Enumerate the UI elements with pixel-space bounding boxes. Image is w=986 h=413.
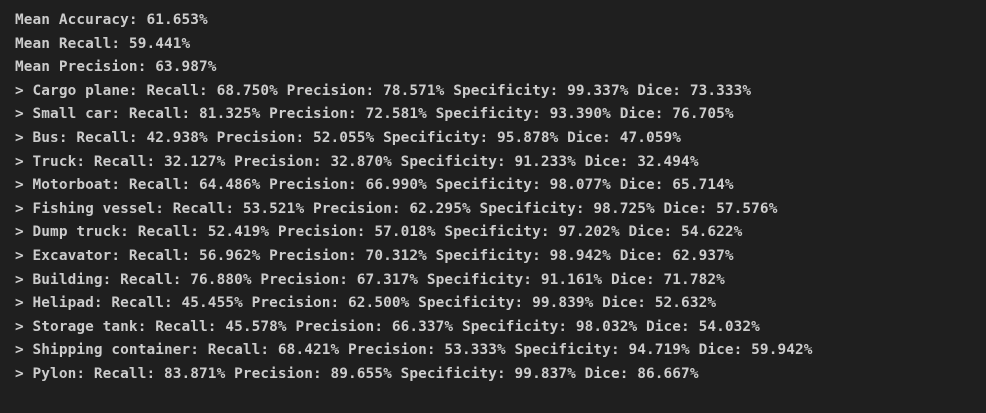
class-metrics-line-motorboat: > Motorboat: Recall: 64.486% Precision: … <box>15 177 734 194</box>
class-metrics-line-fishing-vessel: > Fishing vessel: Recall: 53.521% Precis… <box>15 200 778 217</box>
class-metrics-line-helipad: > Helipad: Recall: 45.455% Precision: 62… <box>15 295 717 312</box>
class-metrics-line-cargo-plane: > Cargo plane: Recall: 68.750% Precision… <box>15 82 752 99</box>
mean-recall-line: Mean Recall: 59.441% <box>15 35 191 52</box>
output-panel[interactable]: Mean Accuracy: 61.653% Mean Recall: 59.4… <box>0 0 986 413</box>
class-metrics-line-excavator: > Excavator: Recall: 56.962% Precision: … <box>15 247 734 264</box>
class-metrics-line-bus: > Bus: Recall: 42.938% Precision: 52.055… <box>15 129 682 146</box>
mean-precision-line: Mean Precision: 63.987% <box>15 59 217 76</box>
class-metrics-line-small-car: > Small car: Recall: 81.325% Precision: … <box>15 106 734 123</box>
class-metrics-line-shipping-container: > Shipping container: Recall: 68.421% Pr… <box>15 342 813 359</box>
class-metrics-line-dump-truck: > Dump truck: Recall: 52.419% Precision:… <box>15 224 743 241</box>
class-metrics-line-building: > Building: Recall: 76.880% Precision: 6… <box>15 271 725 288</box>
class-metrics-line-storage-tank: > Storage tank: Recall: 45.578% Precisio… <box>15 318 760 335</box>
class-metrics-line-pylon: > Pylon: Recall: 83.871% Precision: 89.6… <box>15 365 699 382</box>
mean-accuracy-line: Mean Accuracy: 61.653% <box>15 12 208 28</box>
class-metrics-line-truck: > Truck: Recall: 32.127% Precision: 32.8… <box>15 153 699 170</box>
